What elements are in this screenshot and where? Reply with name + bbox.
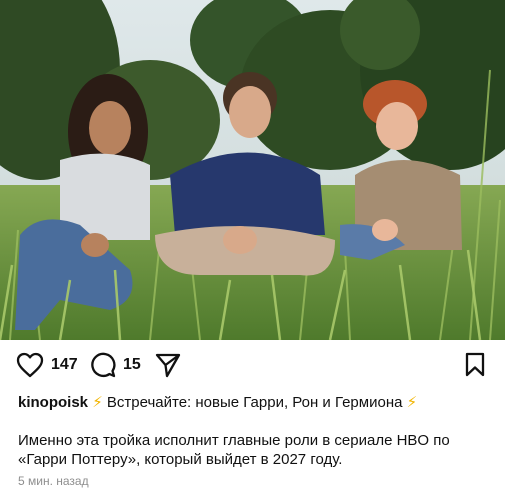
comments-count: 15 bbox=[123, 356, 141, 373]
author-username[interactable]: kinopoisk bbox=[18, 394, 88, 411]
likes-count: 147 bbox=[51, 356, 78, 373]
post-photo[interactable] bbox=[0, 0, 505, 340]
bookmark-icon bbox=[465, 352, 485, 377]
comment-button[interactable]: 15 bbox=[90, 352, 141, 378]
lightning-emoji: ⚡ bbox=[406, 394, 418, 411]
caption-body: Именно эта тройка исполнит главные роли … bbox=[18, 432, 450, 468]
photo-illustration bbox=[0, 0, 505, 340]
post-card: 147 15 kinopoisk ⚡ Встречайте: новые Гар… bbox=[0, 0, 505, 500]
caption-headline: kinopoisk ⚡ Встречайте: новые Гарри, Рон… bbox=[18, 393, 498, 413]
comment-bubble-icon bbox=[91, 352, 116, 378]
paper-plane-icon bbox=[155, 353, 181, 378]
share-button[interactable] bbox=[155, 352, 181, 378]
like-button[interactable]: 147 bbox=[16, 352, 78, 378]
lightning-emoji: ⚡ bbox=[92, 394, 103, 411]
heart-icon bbox=[16, 352, 44, 378]
caption-headline-text: Встречайте: новые Гарри, Рон и Гермиона bbox=[106, 394, 403, 411]
post-actions-bar: 147 15 bbox=[0, 340, 505, 390]
post-timestamp: 5 мин. назад bbox=[18, 474, 89, 488]
save-button[interactable] bbox=[464, 352, 486, 378]
